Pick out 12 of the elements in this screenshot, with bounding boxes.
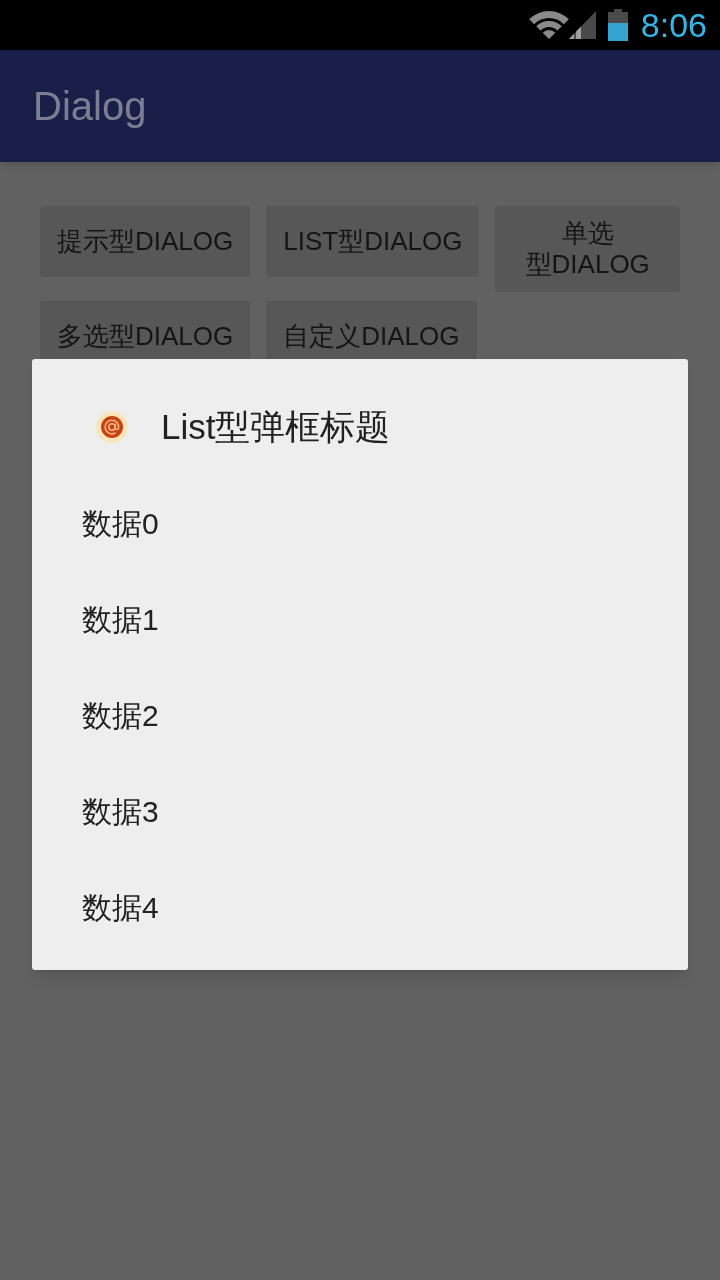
status-time: 8:06 bbox=[640, 5, 707, 45]
list-item[interactable]: 数据1 bbox=[82, 601, 159, 639]
wifi-icon bbox=[528, 10, 569, 40]
list-item[interactable]: 数据2 bbox=[82, 697, 159, 735]
battery-icon bbox=[607, 9, 628, 41]
list-item[interactable]: 数据0 bbox=[82, 505, 159, 543]
app-title: Dialog bbox=[33, 83, 147, 130]
at-sign-icon bbox=[96, 411, 128, 443]
list-item[interactable]: 数据4 bbox=[82, 889, 159, 927]
list-item[interactable]: 数据3 bbox=[82, 793, 159, 831]
dialog-title: List型弹框标题 bbox=[161, 406, 391, 448]
signal-icon bbox=[568, 11, 596, 39]
